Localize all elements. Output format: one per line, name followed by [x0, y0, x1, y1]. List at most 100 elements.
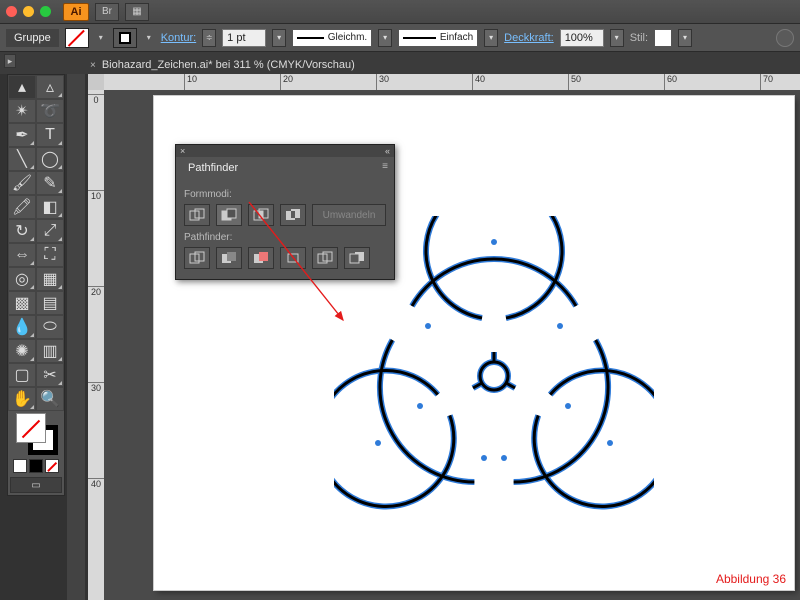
graphic-style-dropdown[interactable]: ▾	[678, 29, 692, 47]
document-tab-title: Biohazard_Zeichen.ai* bei 311 % (CMYK/Vo…	[102, 59, 355, 71]
ruler-h-tick: 40	[472, 74, 485, 90]
color-mode-none[interactable]	[45, 459, 59, 473]
stroke-profile-uniform[interactable]: Gleichm.	[292, 29, 372, 47]
rotate-tool[interactable]: ↻	[8, 219, 36, 243]
ruler-horizontal[interactable]: 0 10 20 30 40 50 60 70	[88, 74, 800, 90]
pathfinder-minus-back[interactable]	[344, 247, 370, 269]
blend-tool[interactable]: ⬭	[36, 315, 64, 339]
control-bar: Gruppe ▾ ▾ Kontur: ≑ ▾ Gleichm. ▾ Einfac…	[0, 24, 800, 52]
simple-label: Einfach	[440, 32, 473, 43]
symbol-sprayer-tool[interactable]: ✺	[8, 339, 36, 363]
opacity-dropdown[interactable]: ▾	[610, 29, 624, 47]
minimize-window-icon[interactable]	[23, 6, 34, 17]
stroke-weight-stepper[interactable]: ≑	[202, 29, 216, 47]
shape-mode-exclude[interactable]	[280, 204, 306, 226]
eraser-tool[interactable]: ◧	[36, 195, 64, 219]
magic-wand-tool[interactable]: ✴	[8, 99, 36, 123]
gradient-tool[interactable]: ▤	[36, 291, 64, 315]
color-mode-solid[interactable]	[13, 459, 27, 473]
column-graph-tool[interactable]: ▥	[36, 339, 64, 363]
shape-mode-intersect[interactable]	[248, 204, 274, 226]
pathfinder-trim[interactable]	[216, 247, 242, 269]
ruler-v-tick: 40	[88, 478, 104, 489]
slice-tool[interactable]: ✂	[36, 363, 64, 387]
app-badge: Ai	[63, 3, 89, 21]
collapsed-panel-strip[interactable]	[67, 74, 85, 600]
opacity-link[interactable]: Deckkraft:	[504, 32, 554, 44]
panel-expand-icon[interactable]: ▸	[4, 54, 16, 68]
tools-panel: ▴ ▵ ✴ ➰ ✒ T ╲ ◯ 🖌 ✎ 🖍 ◧ ↻ ⤢ ⇔ ⛶ ◎ ▦ ▩ ▤ …	[7, 74, 65, 496]
ruler-h-tick: 30	[376, 74, 389, 90]
lasso-tool[interactable]: ➰	[36, 99, 64, 123]
selection-tool[interactable]: ▴	[8, 75, 36, 99]
fill-swatch-dropdown[interactable]: ▾	[95, 33, 107, 42]
stroke-weight-dropdown[interactable]: ▾	[272, 29, 286, 47]
stroke-swatch[interactable]	[113, 28, 137, 48]
zoom-tool[interactable]: 🔍	[36, 387, 64, 411]
panel-menu-icon[interactable]: ≡	[376, 157, 394, 176]
shape-mode-minus-front[interactable]	[216, 204, 242, 226]
pathfinder-panel[interactable]: ×« Pathfinder≡ Formmodi: Umwandeln Pathf…	[175, 144, 395, 280]
ruler-origin[interactable]	[88, 74, 104, 90]
perspective-grid-tool[interactable]: ▦	[36, 267, 64, 291]
stroke-link[interactable]: Kontur:	[161, 32, 196, 44]
fill-stroke-proxy[interactable]	[8, 411, 64, 457]
shape-mode-unite[interactable]	[184, 204, 210, 226]
ruler-h-tick: 20	[280, 74, 293, 90]
stroke-profile-dropdown[interactable]: ▾	[378, 29, 392, 47]
screen-mode-button[interactable]: ▭	[10, 477, 62, 493]
style-label: Stil:	[630, 32, 648, 44]
ruler-v-tick: 30	[88, 382, 104, 393]
graphic-style-swatch[interactable]	[654, 29, 672, 47]
fill-swatch[interactable]	[65, 28, 89, 48]
stroke-swatch-dropdown[interactable]: ▾	[143, 33, 155, 42]
brush-definition-dropdown[interactable]: ▾	[484, 29, 498, 47]
color-mode-gradient[interactable]	[29, 459, 43, 473]
paintbrush-tool[interactable]: 🖌	[8, 171, 36, 195]
eyedropper-tool[interactable]: 💧	[8, 315, 36, 339]
close-window-icon[interactable]	[6, 6, 17, 17]
expand-button[interactable]: Umwandeln	[312, 204, 386, 226]
ruler-h-tick: 60	[664, 74, 677, 90]
doc-setup-icon[interactable]	[776, 29, 794, 47]
document-tab-close-icon[interactable]: ×	[90, 60, 96, 71]
ellipse-tool[interactable]: ◯	[36, 147, 64, 171]
artboard-tool[interactable]: ▢	[8, 363, 36, 387]
panel-collapse-icon[interactable]: «	[385, 146, 390, 156]
width-tool[interactable]: ⇔	[8, 243, 36, 267]
fill-proxy[interactable]	[16, 413, 46, 443]
zoom-window-icon[interactable]	[40, 6, 51, 17]
ruler-v-tick: 0	[88, 94, 104, 105]
arrange-docs-button[interactable]: ▦	[125, 3, 149, 21]
pathfinder-tab[interactable]: Pathfinder	[180, 159, 246, 177]
opacity-field[interactable]	[560, 29, 604, 47]
panel-close-icon[interactable]: ×	[180, 146, 185, 156]
figure-caption: Abbildung 36	[716, 572, 786, 586]
ruler-vertical[interactable]: 0 10 20 30 40	[88, 90, 104, 600]
blob-brush-tool[interactable]: 🖍	[8, 195, 36, 219]
selection-type-label: Gruppe	[6, 29, 59, 47]
pen-tool[interactable]: ✒	[8, 123, 36, 147]
panel-header[interactable]: ×«	[176, 145, 394, 157]
pathfinder-crop[interactable]	[280, 247, 306, 269]
direct-selection-tool[interactable]: ▵	[36, 75, 64, 99]
shape-builder-tool[interactable]: ◎	[8, 267, 36, 291]
pathfinder-merge[interactable]	[248, 247, 274, 269]
brush-definition[interactable]: Einfach	[398, 29, 478, 47]
uniform-label: Gleichm.	[328, 32, 367, 43]
ruler-h-tick: 50	[568, 74, 581, 90]
pencil-tool[interactable]: ✎	[36, 171, 64, 195]
hand-tool[interactable]: ✋	[8, 387, 36, 411]
scale-tool[interactable]: ⤢	[36, 219, 64, 243]
free-transform-tool[interactable]: ⛶	[36, 243, 64, 267]
shape-modes-label: Formmodi:	[184, 189, 386, 200]
stroke-weight-field[interactable]	[222, 29, 266, 47]
bridge-button[interactable]: Br	[95, 3, 119, 21]
ruler-v-tick: 20	[88, 286, 104, 297]
pathfinder-outline[interactable]	[312, 247, 338, 269]
mesh-tool[interactable]: ▩	[8, 291, 36, 315]
type-tool[interactable]: T	[36, 123, 64, 147]
document-tab[interactable]: × Biohazard_Zeichen.ai* bei 311 % (CMYK/…	[80, 56, 365, 74]
line-segment-tool[interactable]: ╲	[8, 147, 36, 171]
pathfinder-divide[interactable]	[184, 247, 210, 269]
